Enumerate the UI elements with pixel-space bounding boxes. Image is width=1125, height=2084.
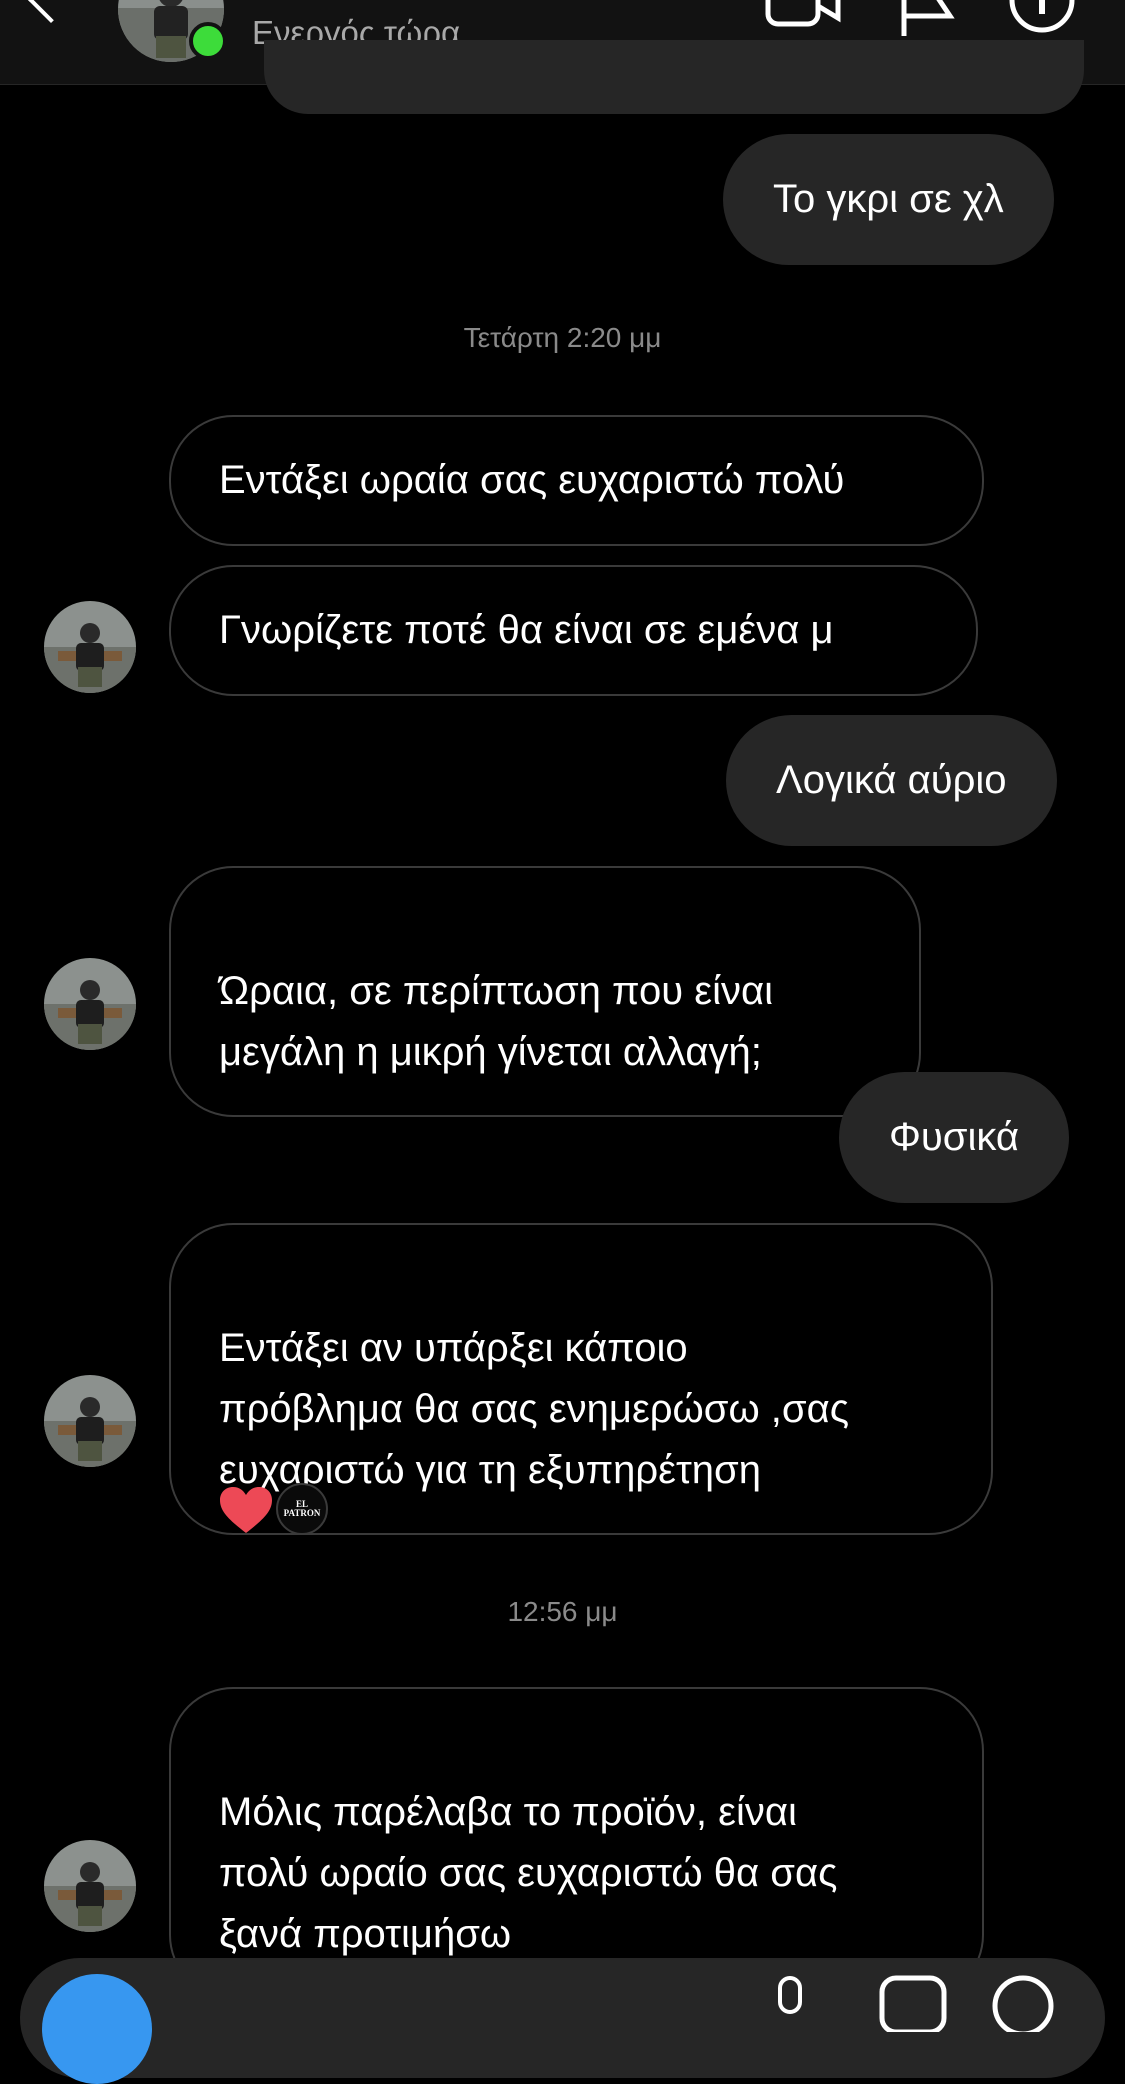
- camera-icon[interactable]: [42, 1974, 152, 2084]
- message-text: Μόλις παρέλαβα το προϊόν, είναι πολύ ωρα…: [219, 1790, 838, 1956]
- message-incoming[interactable]: Μόλις παρέλαβα το προϊόν, είναι πολύ ωρα…: [169, 1687, 984, 1999]
- sender-avatar[interactable]: [44, 1840, 136, 1932]
- message-outgoing[interactable]: Το γκρι σε χλ: [723, 134, 1054, 265]
- online-status-dot: [189, 22, 227, 60]
- message-text: Γνωρίζετε ποτέ θα είναι σε εμένα μ: [219, 608, 834, 652]
- message-text: Λογικά αύριο: [776, 758, 1007, 802]
- message-outgoing[interactable]: Φυσικά: [839, 1072, 1069, 1203]
- heart-icon: [220, 1487, 272, 1533]
- message-text: Εντάξει ωραία σας ευχαριστώ πολύ: [219, 458, 845, 502]
- message-text: Ώραια, σε περίπτωση που είναι μεγάλη η μ…: [219, 969, 774, 1074]
- flag-icon[interactable]: [898, 0, 958, 40]
- sender-avatar[interactable]: [44, 958, 136, 1050]
- message-incoming[interactable]: Εντάξει ωραία σας ευχαριστώ πολύ: [169, 415, 984, 546]
- sender-avatar[interactable]: [44, 601, 136, 693]
- message-text: Φυσικά: [889, 1115, 1019, 1159]
- message-composer[interactable]: [20, 1958, 1105, 2084]
- mic-icon[interactable]: [770, 1972, 810, 2032]
- video-call-icon[interactable]: [764, 0, 844, 30]
- timestamp: Τετάρτη 2:20 μμ: [463, 322, 662, 353]
- sender-avatar[interactable]: [44, 1375, 136, 1467]
- timestamp: 12:56 μμ: [507, 1596, 618, 1627]
- message-incoming[interactable]: Ώραια, σε περίπτωση που είναι μεγάλη η μ…: [169, 866, 921, 1117]
- message-outgoing[interactable]: Λογικά αύριο: [726, 715, 1057, 846]
- info-icon[interactable]: [1006, 0, 1078, 42]
- previous-message-bubble: [264, 40, 1084, 114]
- message-text: Το γκρι σε χλ: [773, 177, 1004, 221]
- gallery-icon[interactable]: [878, 1972, 948, 2032]
- back-chevron-icon[interactable]: [26, 0, 76, 24]
- sticker-icon[interactable]: [988, 1972, 1058, 2032]
- reactor-avatar: EL PATRON: [276, 1483, 328, 1535]
- message-text: Εντάξει αν υπάρξει κάποιο πρόβλημα θα σα…: [219, 1326, 849, 1492]
- message-incoming[interactable]: Γνωρίζετε ποτέ θα είναι σε εμένα μ: [169, 565, 978, 696]
